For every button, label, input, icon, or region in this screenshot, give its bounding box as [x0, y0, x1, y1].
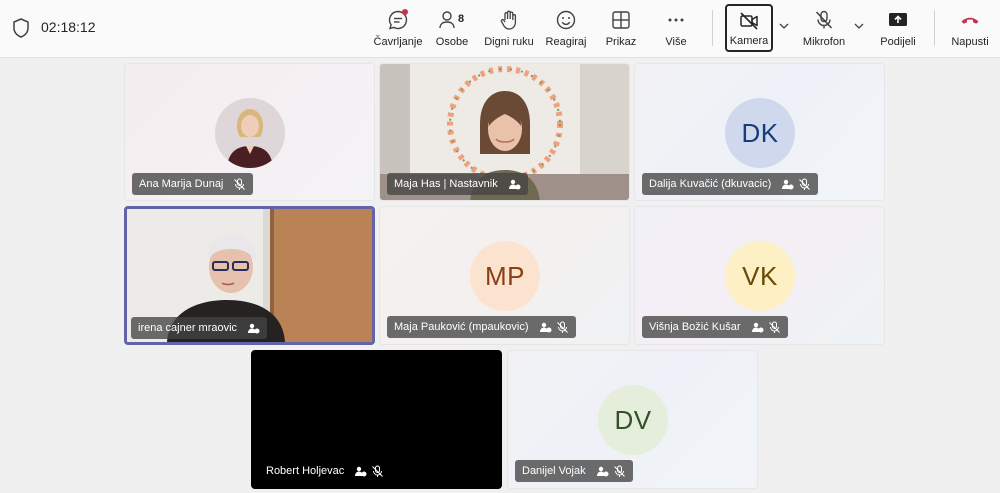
camera-label: Kamera: [729, 35, 769, 47]
initials-avatar: DK: [725, 98, 795, 168]
share-screen-icon: [889, 13, 907, 26]
participant-name: Robert Holjevac: [266, 465, 345, 477]
person-photo-icon: [215, 98, 285, 168]
participant-name: Maja Pauković (mpaukovic): [394, 321, 529, 333]
view-label: Prikaz: [605, 36, 637, 48]
people-count: 8: [458, 13, 465, 25]
participant-tile-active-speaker[interactable]: irena cajner mraovic: [124, 206, 375, 345]
org-people-icon: [355, 466, 367, 476]
mic-label: Mikrofon: [802, 36, 846, 48]
unread-badge: [402, 9, 408, 15]
participant-tile[interactable]: Maja Has | Nastavnik: [379, 63, 630, 201]
camera-off-icon: [740, 12, 758, 30]
more-icon: [668, 18, 684, 22]
participant-tile[interactable]: DK Dalija Kuvačić (dkuvacic): [634, 63, 885, 201]
mic-button[interactable]: Mikrofon: [796, 7, 852, 51]
mic-off-icon: [815, 10, 833, 29]
participant-name: Danijel Vojak: [522, 465, 586, 477]
hang-up-icon: [961, 17, 979, 24]
initials-avatar: DV: [598, 385, 668, 455]
initials-avatar: MP: [470, 241, 540, 311]
muted-mic-icon: [613, 465, 625, 477]
toolbar-divider: [934, 10, 935, 46]
react-button[interactable]: Reagiraj: [538, 7, 594, 51]
participant-name: Ana Marija Dunaj: [139, 178, 224, 190]
participant-name: irena cajner mraovic: [138, 322, 238, 334]
initials-avatar: VK: [725, 241, 795, 311]
view-button[interactable]: Prikaz: [593, 7, 649, 51]
chat-label: Čavrljanje: [373, 36, 423, 48]
participant-tile[interactable]: Ana Marija Dunaj: [124, 63, 375, 201]
react-label: Reagiraj: [545, 36, 587, 48]
participant-tile[interactable]: Robert Holjevac: [251, 350, 502, 489]
camera-options-chevron-icon[interactable]: [778, 20, 790, 32]
share-button[interactable]: Podijeli: [870, 7, 926, 51]
smiley-icon: [556, 10, 576, 30]
participant-name: Maja Has | Nastavnik: [394, 178, 498, 190]
org-people-icon: [596, 466, 609, 476]
participant-tile[interactable]: DV Danijel Vojak: [507, 350, 758, 489]
participant-nameplate: irena cajner mraovic: [131, 317, 268, 339]
more-button[interactable]: Više: [648, 7, 704, 51]
participant-tile[interactable]: MP Maja Pauković (mpaukovic): [379, 206, 630, 345]
shield-icon[interactable]: [12, 18, 30, 38]
participant-nameplate: Maja Pauković (mpaukovic): [387, 316, 576, 338]
org-people-icon: [782, 179, 794, 189]
grid-view-icon: [612, 11, 630, 29]
raise-hand-button[interactable]: Digni ruku: [481, 7, 537, 51]
more-label: Više: [665, 36, 687, 48]
participant-name: Višnja Božić Kušar: [649, 321, 741, 333]
mic-options-chevron-icon[interactable]: [853, 20, 865, 32]
participant-tile[interactable]: VK Višnja Božić Kušar: [634, 206, 885, 345]
org-people-icon: [508, 179, 521, 189]
meeting-timer: 02:18:12: [41, 19, 96, 35]
muted-mic-icon: [372, 465, 384, 477]
leave-label: Napusti: [951, 36, 989, 48]
org-people-icon: [248, 323, 260, 333]
people-label: Osobe: [435, 36, 469, 48]
muted-mic-icon: [799, 178, 811, 190]
muted-mic-icon: [556, 321, 568, 333]
muted-mic-icon: [234, 178, 246, 190]
participant-nameplate: Maja Has | Nastavnik: [387, 173, 528, 195]
camera-button[interactable]: Kamera: [725, 4, 773, 52]
people-icon: [439, 11, 455, 29]
participant-name: Dalija Kuvačić (dkuvacic): [649, 178, 772, 190]
raise-hand-label: Digni ruku: [484, 36, 534, 48]
participant-nameplate: Robert Holjevac: [259, 460, 391, 482]
muted-mic-icon: [768, 321, 780, 333]
hand-icon: [500, 10, 517, 30]
participant-nameplate: Višnja Božić Kušar: [642, 316, 788, 338]
leave-button[interactable]: Napusti: [942, 7, 998, 51]
org-people-icon: [751, 322, 764, 332]
share-label: Podijeli: [880, 36, 916, 48]
participant-nameplate: Danijel Vojak: [515, 460, 633, 482]
participant-nameplate: Dalija Kuvačić (dkuvacic): [642, 173, 819, 195]
org-people-icon: [539, 322, 551, 332]
toolbar-divider: [712, 10, 713, 46]
participant-nameplate: Ana Marija Dunaj: [132, 173, 254, 195]
photo-avatar: [215, 98, 285, 168]
meeting-toolbar: 02:18:12 Čavrljanje 8 Osobe Digni ruku R: [0, 0, 1000, 58]
people-button[interactable]: 8 Osobe: [424, 7, 480, 51]
chat-button[interactable]: Čavrljanje: [370, 7, 426, 51]
